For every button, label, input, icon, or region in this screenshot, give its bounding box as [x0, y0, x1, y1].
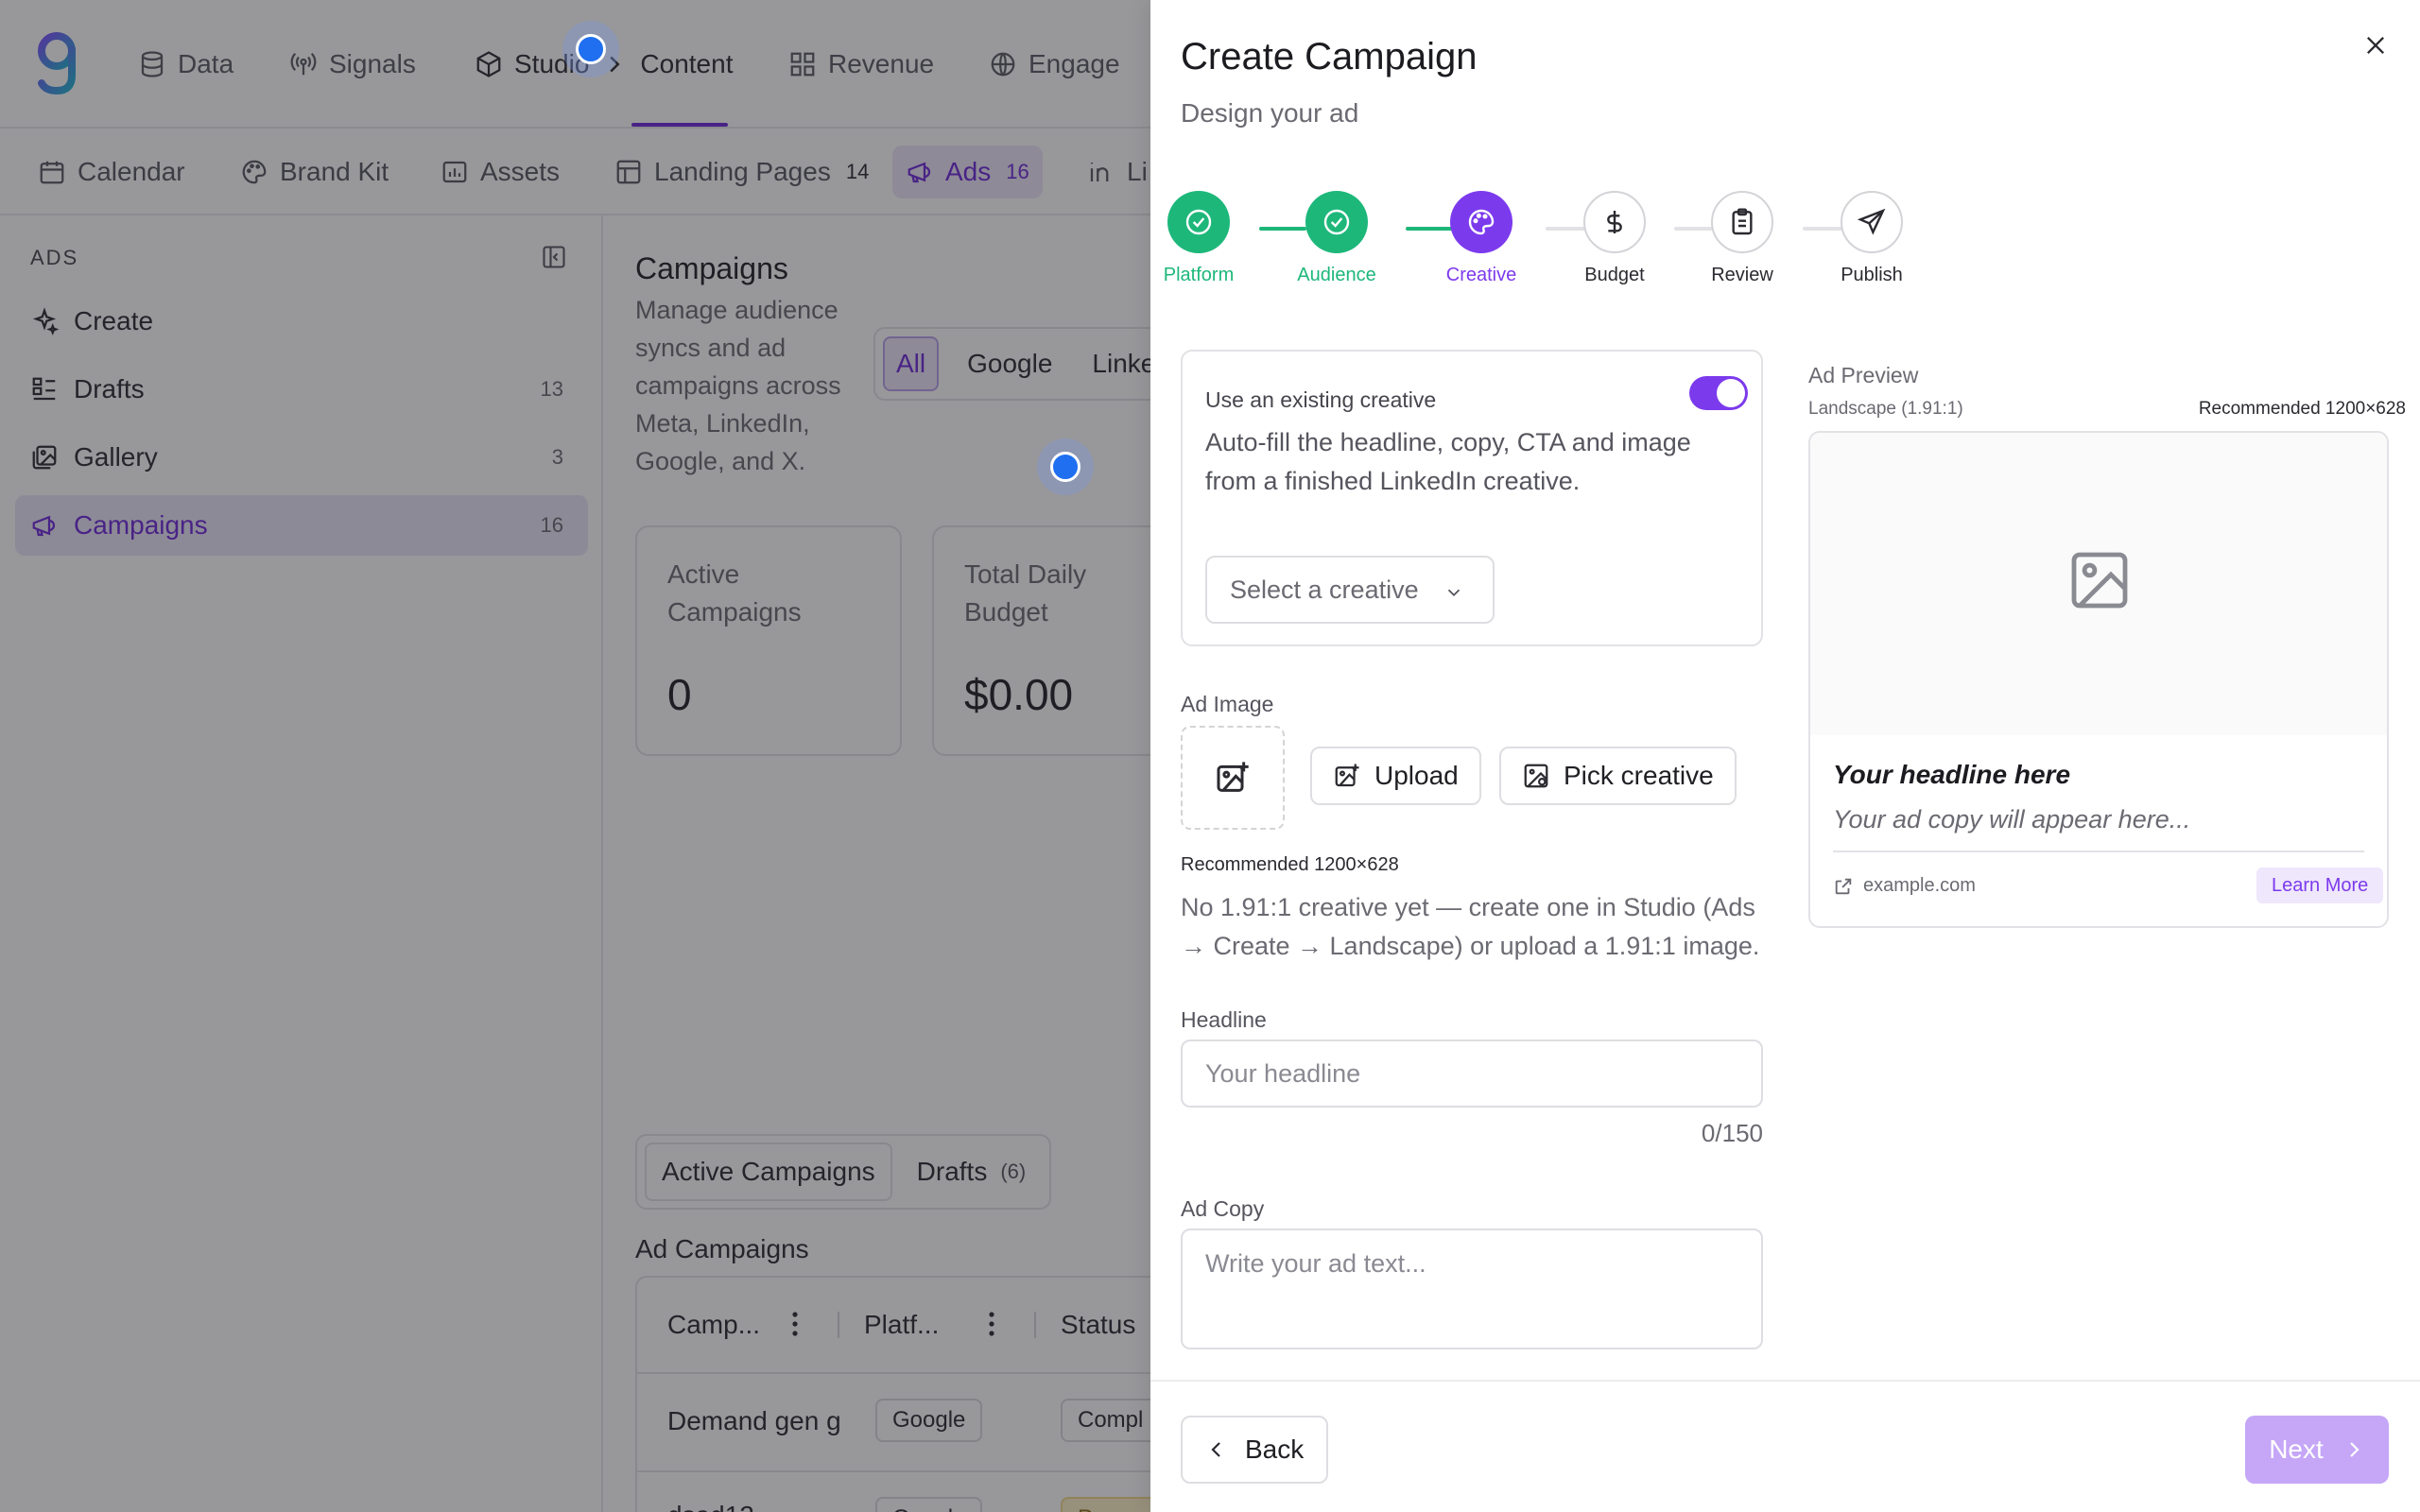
creative-select[interactable]: Select a creative: [1205, 556, 1495, 624]
step-review[interactable]: Review: [1685, 191, 1799, 286]
step-budget[interactable]: Budget: [1558, 191, 1671, 286]
ad-copy-placeholder: Write your ad text...: [1205, 1249, 1426, 1278]
background-app: Data Signals Studio Content Revenue Enga…: [0, 0, 1150, 1512]
drawer-title: Create Campaign: [1181, 36, 1478, 77]
check-icon: [1167, 191, 1230, 253]
select-placeholder: Select a creative: [1230, 575, 1419, 604]
cursor-indicator: [562, 21, 619, 77]
preview-headline: Your headline here: [1833, 760, 2071, 789]
chevron-left-icon: [1205, 1438, 1228, 1461]
step-platform[interactable]: Platform: [1142, 191, 1255, 286]
create-campaign-drawer: Create Campaign Design your ad Platform …: [1150, 0, 2420, 1512]
ad-copy-label: Ad Copy: [1181, 1196, 1265, 1221]
existing-creative-description: Auto-fill the headline, copy, CTA and im…: [1205, 428, 1691, 495]
pick-creative-label: Pick creative: [1564, 761, 1714, 790]
upload-label: Upload: [1374, 761, 1459, 790]
pick-creative-button[interactable]: Pick creative: [1499, 747, 1737, 805]
send-icon: [1841, 191, 1903, 253]
step-label: Creative: [1445, 265, 1517, 285]
dollar-icon: [1583, 191, 1646, 253]
next-label: Next: [2269, 1435, 2324, 1464]
back-label: Back: [1245, 1435, 1305, 1464]
preview-link-text: example.com: [1863, 875, 1976, 896]
step-publish[interactable]: Publish: [1815, 191, 1928, 286]
headline-char-count: 0/150: [1701, 1119, 1763, 1147]
ad-preview-recommendation: Recommended 1200×628: [2198, 399, 2406, 419]
step-label: Audience: [1297, 265, 1376, 285]
close-icon[interactable]: [2362, 32, 2389, 59]
upload-button[interactable]: Upload: [1310, 747, 1481, 805]
image-search-icon: [1522, 762, 1550, 790]
drawer-subtitle: Design your ad: [1181, 98, 1359, 128]
ad-preview-label: Ad Preview: [1808, 363, 1919, 387]
existing-creative-label: Use an existing creative: [1205, 387, 1437, 412]
check-icon: [1305, 191, 1368, 253]
ad-image-label: Ad Image: [1181, 692, 1274, 716]
preview-cta: Learn More: [2256, 868, 2384, 903]
cursor-indicator: [1037, 438, 1094, 495]
next-button[interactable]: Next: [2245, 1416, 2389, 1484]
use-existing-toggle[interactable]: [1689, 376, 1748, 410]
step-label: Publish: [1841, 265, 1903, 285]
ad-preview-card: Your headline here Your ad copy will app…: [1808, 431, 2389, 928]
back-button[interactable]: Back: [1181, 1416, 1329, 1484]
image-plus-icon: [1214, 759, 1252, 797]
chevron-right-icon: [2342, 1438, 2365, 1461]
step-label: Budget: [1584, 265, 1645, 285]
headline-input[interactable]: Your headline: [1181, 1040, 1763, 1108]
ad-copy-textarea[interactable]: Write your ad text...: [1181, 1228, 1763, 1349]
preview-link: example.com: [1833, 875, 1976, 897]
step-label: Review: [1711, 265, 1773, 285]
step-creative[interactable]: Creative: [1425, 191, 1538, 286]
existing-creative-card: Use an existing creative Auto-fill the h…: [1181, 350, 1763, 646]
external-link-icon: [1833, 876, 1854, 897]
palette-icon: [1450, 191, 1512, 253]
no-creative-note: No 1.91:1 creative yet — create one in S…: [1181, 893, 1760, 960]
headline-label: Headline: [1181, 1007, 1267, 1032]
drawer-footer: Back Next: [1150, 1380, 2420, 1512]
step-audience[interactable]: Audience: [1280, 191, 1393, 286]
preview-copy: Your ad copy will appear here...: [1833, 805, 2191, 833]
image-recommendation: Recommended 1200×628: [1181, 854, 1399, 875]
preview-image-area: [1810, 433, 2387, 735]
modal-backdrop[interactable]: [0, 0, 1150, 1512]
image-plus-icon: [1333, 762, 1361, 790]
headline-placeholder: Your headline: [1205, 1058, 1361, 1088]
step-label: Platform: [1163, 265, 1235, 285]
image-dropzone[interactable]: [1181, 726, 1285, 830]
ad-preview-format: Landscape (1.91:1): [1808, 399, 1963, 419]
preview-divider: [1833, 850, 2364, 852]
clipboard-icon: [1711, 191, 1773, 253]
